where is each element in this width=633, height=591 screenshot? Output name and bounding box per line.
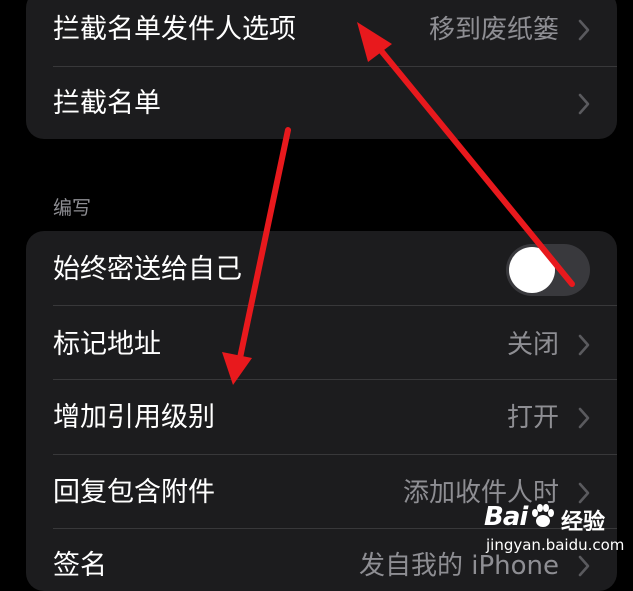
row-label: 回复包含附件 — [53, 477, 215, 508]
settings-group-blocked: 拦截名单发件人选项 移到废纸篓 拦截名单 — [26, 0, 617, 139]
row-label: 始终密送给自己 — [53, 254, 242, 285]
row-blocked-sender-options[interactable]: 拦截名单发件人选项 移到废纸篓 — [26, 0, 617, 67]
watermark-url: jingyan.baidu.com — [486, 536, 625, 554]
watermark-suffix: 经验 — [561, 510, 606, 535]
chevron-right-icon — [578, 334, 590, 356]
row-blocked-list[interactable]: 拦截名单 — [26, 67, 617, 139]
always-bcc-toggle[interactable] — [506, 244, 590, 296]
row-label: 标记地址 — [53, 329, 161, 360]
separator — [53, 454, 617, 455]
row-label: 增加引用级别 — [53, 402, 215, 433]
row-value: 关闭 — [506, 330, 559, 360]
chevron-right-icon — [578, 93, 590, 115]
row-increase-quote-level[interactable]: 增加引用级别 打开 — [26, 381, 617, 455]
watermark-brand: Bai — [484, 502, 528, 532]
chevron-right-icon — [578, 19, 590, 41]
row-label: 签名 — [53, 550, 107, 581]
chevron-right-icon — [578, 407, 590, 429]
separator — [53, 379, 617, 380]
toggle-knob — [509, 247, 555, 293]
row-value: 打开 — [506, 403, 559, 433]
baidu-jingyan-watermark: Bai 经验 jingyan.baidu.com — [484, 500, 630, 562]
separator — [53, 305, 617, 306]
row-label: 拦截名单 — [53, 88, 161, 119]
row-label: 拦截名单发件人选项 — [53, 14, 296, 45]
row-always-bcc-myself: 始终密送给自己 — [26, 233, 617, 307]
row-mark-addresses[interactable]: 标记地址 关闭 — [26, 308, 617, 382]
section-header-compose: 编写 — [53, 197, 92, 219]
row-value: 移到废纸篓 — [428, 15, 559, 45]
paw-icon — [532, 504, 554, 527]
